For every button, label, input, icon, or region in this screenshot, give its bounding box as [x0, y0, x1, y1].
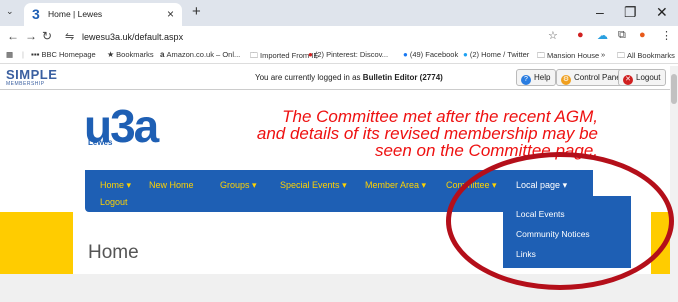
browser-tabstrip: ⌄ 3 Home | Lewes × + – ❐ ✕: [0, 0, 678, 26]
apps-icon[interactable]: ▦: [6, 50, 13, 59]
simple-membership-logo[interactable]: SIMPLE MEMBERSHIP: [6, 68, 57, 87]
tab-close-icon[interactable]: ×: [167, 7, 174, 21]
bookmark-facebook[interactable]: ● (49) Facebook: [403, 50, 458, 59]
bookmark-amazon[interactable]: a Amazon.co.uk – Onl...: [160, 50, 240, 59]
caret-down-icon: ▾: [126, 180, 132, 190]
u3a-logo-location: Lewes: [88, 138, 113, 147]
pinterest-icon: ●: [308, 50, 313, 59]
restore-button[interactable]: ❐: [624, 4, 637, 21]
caret-down-icon: ▾: [342, 180, 347, 190]
cloud-extension-icon[interactable]: ☁: [597, 29, 608, 42]
folder-icon: 🗀: [617, 51, 625, 60]
bookmark-twitter[interactable]: ● (2) Home / Twitter: [463, 50, 529, 59]
login-status: You are currently logged in as Bulletin …: [255, 73, 443, 82]
reload-icon[interactable]: ↻: [42, 29, 52, 43]
forward-icon[interactable]: →: [25, 29, 37, 43]
browser-tab[interactable]: 3 Home | Lewes ×: [24, 3, 182, 26]
close-window-button[interactable]: ✕: [656, 4, 668, 21]
bookmark-bbc[interactable]: ▪▪▪ BBC Homepage: [31, 50, 96, 59]
new-tab-button[interactable]: +: [192, 3, 201, 20]
gear-icon: ⚙: [561, 75, 571, 85]
bookmarks-bar: ▦ | ▪▪▪ BBC Homepage ★ Bookmarks a Amazon.c…: [0, 47, 678, 64]
all-bookmarks[interactable]: 🗀 All Bookmarks: [617, 50, 675, 64]
page-scrollbar[interactable]: [670, 66, 678, 302]
bookmark-bookmarks[interactable]: ★ Bookmarks: [107, 50, 154, 59]
facebook-icon: ●: [403, 50, 408, 59]
annotation-ellipse: [446, 152, 674, 290]
bookmarks-overflow[interactable]: »: [601, 50, 605, 59]
address-bar[interactable]: lewesu3a.uk/default.aspx: [82, 32, 183, 42]
menu-home[interactable]: Home ▾: [100, 180, 131, 191]
page-title: Home: [88, 242, 139, 263]
menu-logout[interactable]: Logout: [100, 197, 128, 207]
bbc-icon: ▪▪▪: [31, 50, 40, 59]
cms-admin-bar: SIMPLE MEMBERSHIP You are currently logg…: [0, 66, 670, 90]
announcement: The Committee met after the recent AGM, …: [256, 107, 598, 160]
menu-groups[interactable]: Groups ▾: [220, 180, 257, 191]
caret-down-icon: ▾: [421, 180, 427, 190]
caret-down-icon: ▾: [252, 180, 257, 190]
folder-icon: 🗀: [250, 51, 258, 60]
tab-search-icon[interactable]: ⌄: [6, 6, 14, 17]
help-icon: ?: [521, 75, 531, 85]
browser-menu-icon[interactable]: ⋮: [661, 29, 672, 42]
close-icon: ✕: [623, 75, 633, 85]
bookmark-star-icon[interactable]: ☆: [548, 29, 558, 42]
folder-icon: 🗀: [537, 51, 545, 60]
twitter-icon: ●: [463, 50, 468, 59]
browser-toolbar: ← → ↻ ⇋ lewesu3a.uk/default.aspx ☆ ● ☁ ⧉…: [0, 26, 678, 47]
scrollbar-thumb[interactable]: [671, 74, 677, 104]
menu-special-events[interactable]: Special Events ▾: [280, 180, 347, 191]
divider: |: [22, 50, 24, 59]
pinterest-extension-icon[interactable]: ●: [577, 29, 584, 41]
bookmark-mansion-house[interactable]: 🗀 Mansion House: [537, 50, 599, 64]
bookmark-pinterest[interactable]: ● (2) Pinterest: Discov...: [308, 50, 388, 59]
help-button[interactable]: ? Help: [516, 69, 557, 86]
menu-member-area[interactable]: Member Area ▾: [365, 180, 426, 191]
star-icon: ★: [107, 50, 115, 59]
site-info-icon[interactable]: ⇋: [65, 30, 74, 43]
profile-avatar-icon[interactable]: ●: [639, 29, 646, 41]
back-icon[interactable]: ←: [7, 29, 19, 43]
logout-button[interactable]: ✕ Logout: [618, 69, 667, 86]
minimize-button[interactable]: –: [596, 4, 604, 20]
tab-title: Home | Lewes: [48, 9, 103, 19]
menu-new-home[interactable]: New Home: [149, 180, 194, 190]
extensions-icon[interactable]: ⧉: [618, 29, 626, 42]
u3a-favicon-icon: 3: [32, 6, 40, 22]
amazon-icon: a: [160, 50, 165, 59]
